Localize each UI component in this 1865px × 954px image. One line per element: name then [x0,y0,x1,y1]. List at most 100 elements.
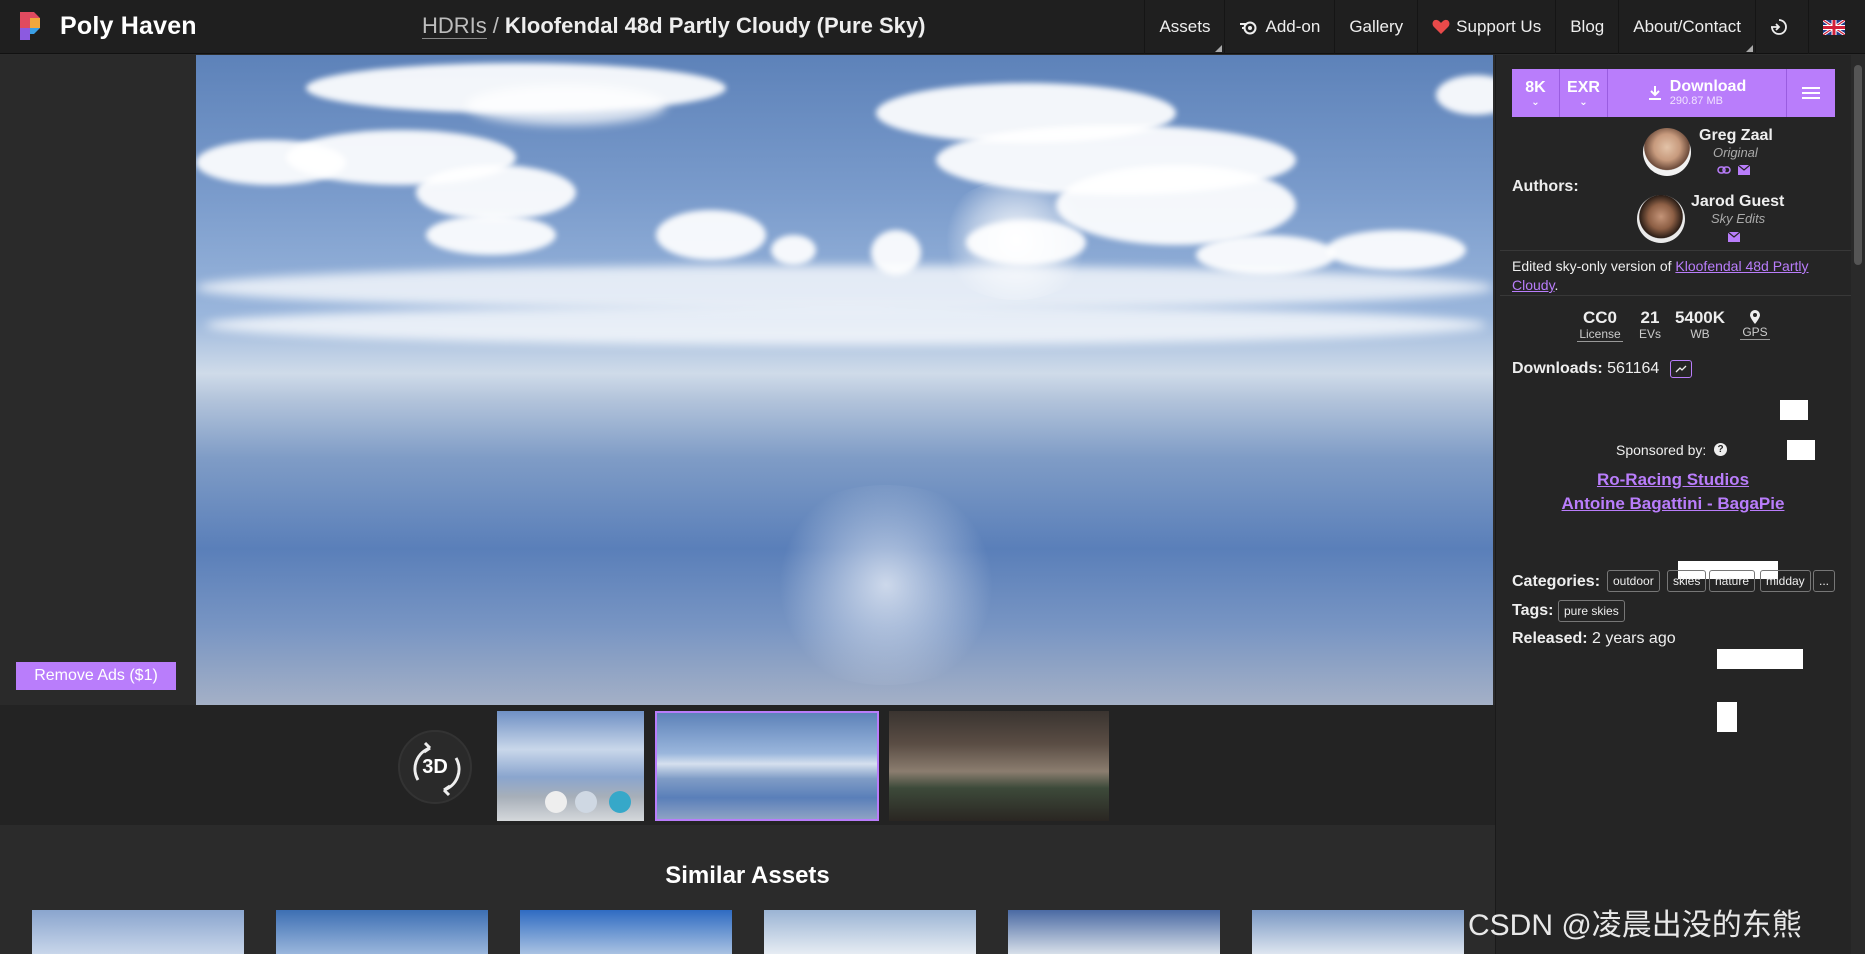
nav-addon[interactable]: Add-on [1224,0,1334,54]
stat-gps[interactable]: GPS [1740,309,1770,340]
nav-support-label: Support Us [1456,17,1542,36]
nav-assets[interactable]: Assets [1144,0,1224,54]
sponsor-link[interactable]: Antoine Bagattini - BagaPie [1495,494,1851,514]
category-tag[interactable]: outdoor [1607,570,1660,592]
blender-icon [1240,21,1257,35]
thumbnail-spheres-render[interactable] [497,711,644,821]
scrollbar-thumb[interactable] [1854,65,1862,265]
download-label: Download [1669,78,1747,95]
ad-fragment [1717,702,1737,732]
thumbnail-courtyard-render[interactable] [889,711,1109,821]
nav-gallery-label: Gallery [1349,17,1404,36]
stat-label: License [1577,327,1623,342]
link-icon[interactable] [1717,164,1731,176]
dropdown-corner-icon [1215,45,1223,52]
category-tag[interactable]: midday [1760,570,1811,592]
remove-ads-button[interactable]: Remove Ads ($1) [16,662,176,690]
email-icon[interactable] [1737,164,1751,176]
uk-flag-icon [1823,19,1845,35]
site-logo[interactable]: Poly Haven [16,10,197,42]
cloud [466,85,666,125]
breadcrumb-category-link[interactable]: HDRIs [422,13,487,39]
category-tag[interactable]: nature [1709,570,1756,592]
ad-fragment [1717,649,1803,669]
cloud [426,215,556,255]
horizon-cloud-band [196,265,1493,310]
page-scrollbar[interactable] [1851,55,1865,954]
resolution-select[interactable]: 8K ⌄ [1512,69,1560,117]
similar-asset-card[interactable] [1252,910,1464,954]
tag-chip[interactable]: pure skies [1558,600,1625,622]
nav-addon-label: Add-on [1265,17,1321,36]
downloads-value: 561164 [1607,360,1660,377]
author-role: Sky Edits [1711,211,1766,226]
chevron-down-icon: ⌄ [1531,97,1540,108]
downloads-label: Downloads: [1512,360,1603,377]
avatar-greg-zaal[interactable] [1643,128,1691,176]
sun-reflection [756,485,1016,685]
nav-gallery[interactable]: Gallery [1334,0,1417,54]
nav-assets-label: Assets [1159,17,1211,36]
cloud [966,220,1086,265]
download-chart-button[interactable] [1670,360,1692,378]
resolution-value: 8K [1525,79,1546,96]
download-button[interactable]: Download 290.87 MB [1608,69,1787,117]
stat-evs: 21 EVs [1635,308,1665,342]
released-label: Released: [1512,630,1588,647]
sphere-teal [609,791,631,813]
cloud [1326,230,1466,270]
similar-asset-card[interactable] [276,910,488,954]
hdri-preview-image[interactable] [196,55,1493,705]
nav-support-us[interactable]: Support Us [1417,0,1555,54]
stat-value: CC0 [1582,308,1617,327]
page-title: Kloofendal 48d Partly Cloudy (Pure Sky) [504,13,926,38]
similar-asset-card[interactable] [764,910,976,954]
tags-label: Tags: [1512,602,1554,619]
avatar-jarod-guest[interactable] [1637,195,1685,243]
categories-label: Categories: [1512,573,1601,590]
dropdown-corner-icon [1746,45,1753,52]
stat-wb: 5400K WB [1672,309,1728,342]
similar-assets-title: Similar Assets [665,862,830,889]
similar-asset-card[interactable] [520,910,732,954]
sponsor-link[interactable]: Ro-Racing Studios [1495,470,1851,490]
site-name: Poly Haven [60,11,197,40]
similar-asset-card[interactable] [32,910,244,954]
category-tag[interactable]: skies [1667,570,1707,592]
cloud [771,235,816,265]
login-icon [1771,19,1787,35]
format-select[interactable]: EXR ⌄ [1560,69,1608,117]
breadcrumb-separator: / [492,13,499,38]
help-icon[interactable]: ? [1714,443,1727,456]
nav-login[interactable] [1755,0,1808,54]
stat-license[interactable]: CC0 License [1577,309,1623,342]
download-icon [1648,86,1661,100]
top-header: Poly Haven HDRIs / Kloofendal 48d Partly C… [0,0,1865,54]
stat-label: EVs [1638,327,1661,341]
nav-blog[interactable]: Blog [1555,0,1618,54]
download-options-menu[interactable] [1787,69,1835,117]
authors-label: Authors: [1512,178,1579,195]
sphere-white [545,791,567,813]
author-name[interactable]: Jarod Guest [1691,193,1784,211]
thumbnail-equirect-preview[interactable] [655,711,879,821]
released-value: 2 years ago [1592,630,1676,647]
sphere-chrome [575,791,597,813]
category-more[interactable]: ... [1813,570,1836,592]
author-name[interactable]: Greg Zaal [1699,127,1773,145]
view-3d-label: 3D [422,755,448,778]
view-3d-button[interactable]: 3D [398,730,472,804]
download-bar: 8K ⌄ EXR ⌄ Download 290.87 MB [1512,69,1835,117]
email-icon[interactable] [1727,231,1741,243]
cloud [416,165,576,220]
format-value: EXR [1567,79,1600,96]
heart-icon [1432,19,1450,34]
cloud [656,210,766,260]
map-pin-icon [1750,310,1760,324]
stat-value: 21 [1640,308,1660,327]
horizon-cloud-band [206,305,1486,345]
nav-language[interactable] [1808,0,1865,54]
similar-asset-card[interactable] [1008,910,1220,954]
download-size: 290.87 MB [1669,95,1723,107]
nav-about-contact[interactable]: About/Contact [1618,0,1755,54]
